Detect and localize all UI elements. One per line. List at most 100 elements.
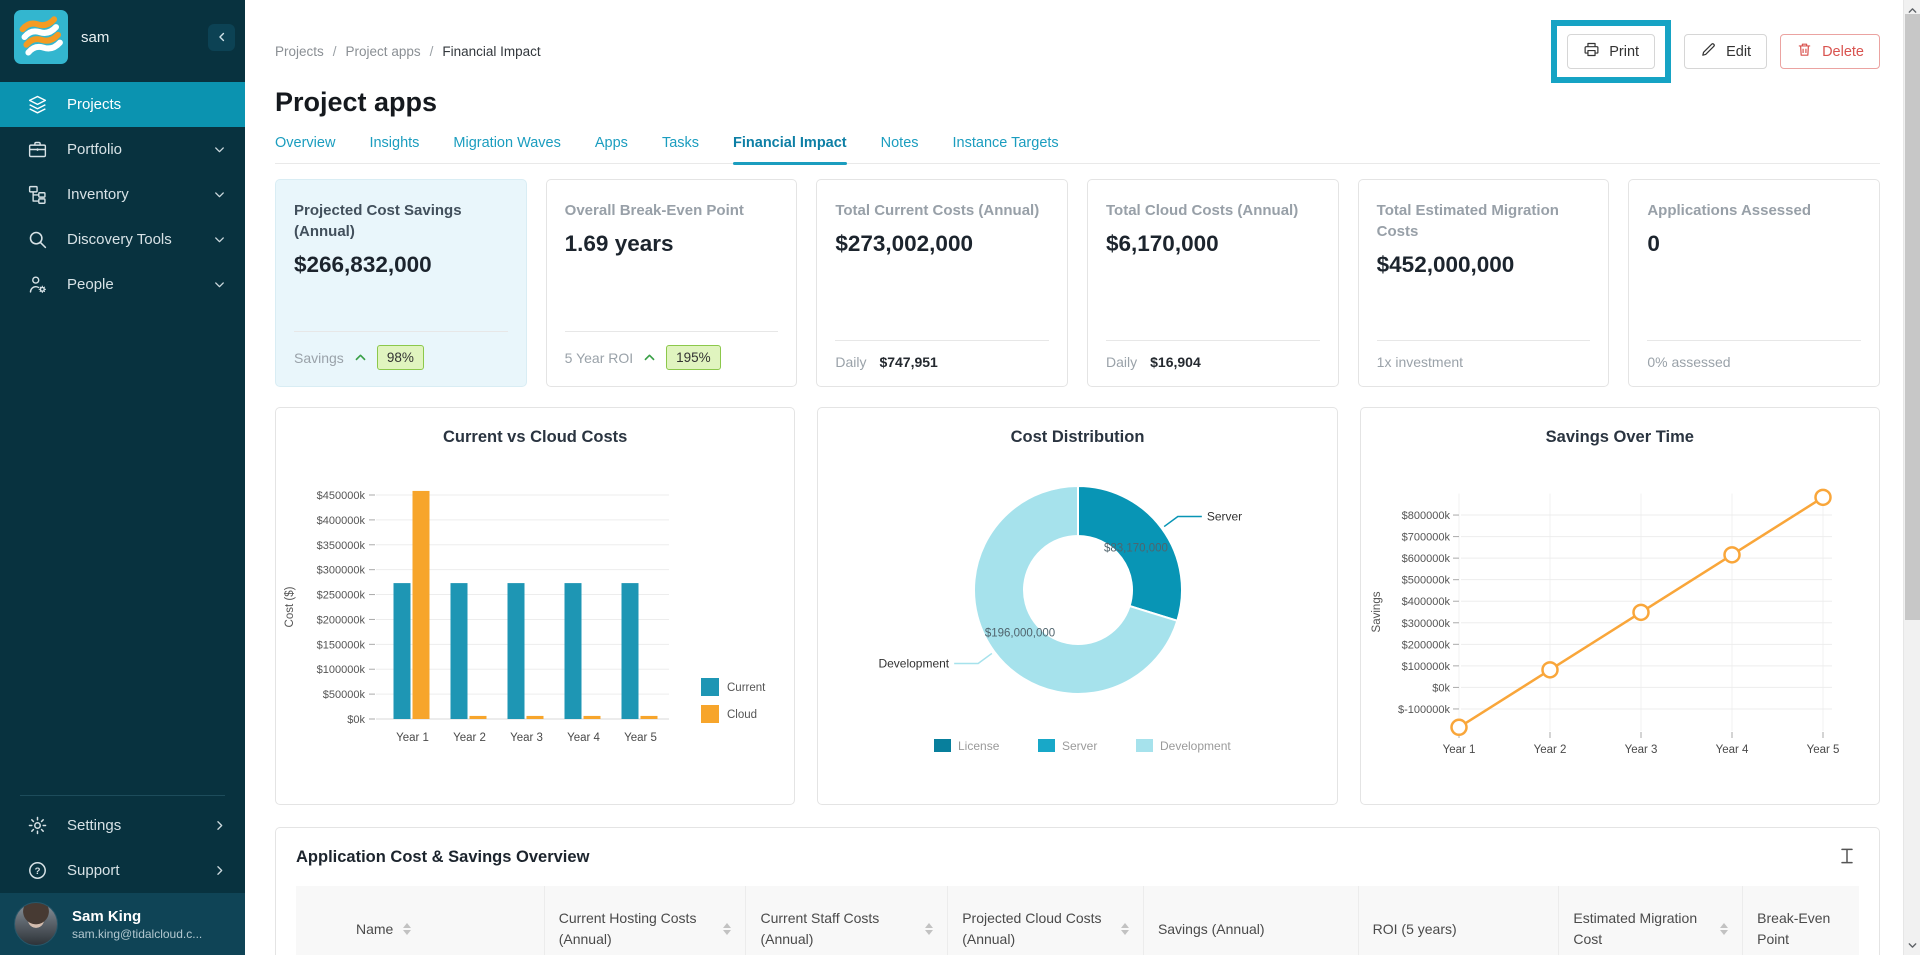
stat-card-footer: 0% assessed (1647, 340, 1861, 370)
stat-card-footer-label: 5 Year ROI (565, 350, 634, 366)
svg-text:Year 3: Year 3 (1624, 744, 1657, 756)
stat-card-value: $266,832,000 (294, 252, 508, 278)
column-label: Projected Cloud Costs (Annual) (962, 908, 1111, 950)
stat-card-footer: 5 Year ROI 195% (565, 331, 779, 370)
svg-text:$500000k: $500000k (1401, 575, 1450, 587)
profile-name: Sam King (72, 907, 202, 927)
tab-bar: Overview Insights Migration Waves Apps Tasks… (275, 135, 1880, 164)
svg-text:$50000k: $50000k (323, 689, 366, 701)
stat-card-value: $273,002,000 (835, 231, 1049, 257)
tab-notes[interactable]: Notes (881, 135, 919, 163)
svg-text:License: License (958, 739, 1000, 753)
scroll-down-icon[interactable] (1904, 937, 1920, 953)
stat-card-footer-label: Daily (1106, 354, 1137, 370)
sidebar-item-projects[interactable]: Projects (0, 82, 245, 127)
sort-icon[interactable] (723, 923, 731, 935)
trend-up-icon (642, 350, 657, 365)
sidebar-item-inventory[interactable]: Inventory (0, 172, 245, 217)
column-header-projected-cloud-costs-annual-[interactable]: Projected Cloud Costs (Annual) (947, 886, 1143, 955)
tab-financial-impact[interactable]: Financial Impact (733, 135, 847, 163)
sitemap-icon (27, 184, 48, 205)
sort-desc-icon (723, 930, 731, 935)
tab-insights[interactable]: Insights (369, 135, 419, 163)
stat-card-footer: Daily$747,951 (835, 340, 1049, 370)
window-scrollbar[interactable] (1903, 0, 1920, 955)
stat-card: Total Cloud Costs (Annual)$6,170,000Dail… (1087, 179, 1339, 387)
sort-icon[interactable] (925, 923, 933, 935)
breadcrumb-item[interactable]: Projects (275, 44, 324, 59)
avatar (14, 902, 58, 946)
sort-icon[interactable] (1720, 923, 1728, 935)
edit-button[interactable]: Edit (1684, 34, 1767, 69)
column-header-break-even-point[interactable]: Break-Even Point (1742, 886, 1859, 955)
sort-asc-icon (403, 923, 411, 928)
sidebar-item-label: Projects (67, 96, 121, 113)
chevron-down-icon (212, 187, 227, 202)
stat-card: Total Current Costs (Annual)$273,002,000… (816, 179, 1068, 387)
column-header-current-staff-costs-annual-[interactable]: Current Staff Costs (Annual) (745, 886, 947, 955)
svg-text:$800000k: $800000k (1401, 510, 1450, 522)
table-heading: Application Cost & Savings Overview (296, 848, 589, 867)
chevron-down-icon (212, 277, 227, 292)
column-header-roi-5-years-[interactable]: ROI (5 years) (1358, 886, 1559, 955)
search-icon (27, 229, 48, 250)
chevron-right-icon (212, 818, 227, 833)
tab-migration-waves[interactable]: Migration Waves (453, 135, 560, 163)
breadcrumb-item[interactable]: Project apps (346, 44, 421, 59)
stat-card-title: Overall Break-Even Point (565, 200, 779, 221)
svg-text:$350000k: $350000k (317, 540, 366, 552)
trash-icon (1796, 41, 1813, 62)
svg-text:Server: Server (1062, 739, 1097, 753)
sidebar-item-settings[interactable]: Settings (0, 803, 245, 848)
sidebar-item-discovery-tools[interactable]: Discovery Tools (0, 217, 245, 262)
tab-overview[interactable]: Overview (275, 135, 335, 163)
stat-card-footer-label: 1x investment (1377, 354, 1463, 370)
page-title: Project apps (275, 87, 1880, 118)
svg-text:Server: Server (1207, 509, 1242, 523)
tab-instance-targets[interactable]: Instance Targets (953, 135, 1059, 163)
sidebar-item-portfolio[interactable]: Portfolio (0, 127, 245, 172)
stat-card-title: Total Estimated Migration Costs (1377, 200, 1591, 242)
export-columns-icon[interactable] (1837, 846, 1859, 868)
svg-text:$250000k: $250000k (317, 590, 366, 602)
tab-apps[interactable]: Apps (595, 135, 628, 163)
stat-card-footer-value: $16,904 (1150, 354, 1201, 370)
column-label: Current Hosting Costs (Annual) (559, 908, 714, 950)
svg-text:$0k: $0k (347, 714, 365, 726)
chevron-down-icon (212, 142, 227, 157)
column-header-savings-annual-[interactable]: Savings (Annual) (1143, 886, 1358, 955)
column-header-estimated-migration-cost[interactable]: Estimated Migration Cost (1558, 886, 1742, 955)
print-button[interactable]: Print (1567, 34, 1655, 69)
scrollbar-thumb[interactable] (1905, 14, 1920, 620)
svg-text:Savings: Savings (1371, 591, 1383, 632)
column-header-current-hosting-costs-annual-[interactable]: Current Hosting Costs (Annual) (544, 886, 746, 955)
svg-text:$300000k: $300000k (317, 565, 366, 577)
sort-desc-icon (1720, 930, 1728, 935)
svg-text:$100000k: $100000k (317, 664, 366, 676)
sidebar-item-people[interactable]: People (0, 262, 245, 307)
column-header-name[interactable]: Name (296, 886, 544, 955)
status-badge: 195% (666, 345, 721, 370)
sidebar-collapse-button[interactable] (208, 24, 235, 51)
sort-icon[interactable] (1121, 923, 1129, 935)
breadcrumb-separator: / (333, 44, 337, 59)
svg-text:$400000k: $400000k (317, 515, 366, 527)
help-icon: ? (27, 860, 48, 881)
chart-title: Savings Over Time (1361, 428, 1879, 447)
sort-icon[interactable] (403, 923, 411, 935)
workspace-row: sam (0, 0, 245, 74)
svg-text:?: ? (35, 866, 41, 877)
svg-text:$600000k: $600000k (1401, 553, 1450, 565)
sidebar-footer-nav: Settings?Support (0, 803, 245, 893)
column-label: Savings (Annual) (1158, 919, 1265, 940)
stat-card-value: 0 (1647, 231, 1861, 257)
sort-asc-icon (723, 923, 731, 928)
tab-tasks[interactable]: Tasks (662, 135, 699, 163)
svg-text:Year 1: Year 1 (1442, 744, 1475, 756)
profile-section[interactable]: Sam King sam.king@tidalcloud.c... (0, 893, 245, 955)
stat-card-footer-label: 0% assessed (1647, 354, 1730, 370)
delete-button[interactable]: Delete (1780, 34, 1880, 69)
svg-text:$83,170,000: $83,170,000 (1104, 542, 1168, 554)
sidebar-item-support[interactable]: ?Support (0, 848, 245, 893)
stat-cards-row: Projected Cost Savings (Annual)$266,832,… (275, 179, 1880, 387)
